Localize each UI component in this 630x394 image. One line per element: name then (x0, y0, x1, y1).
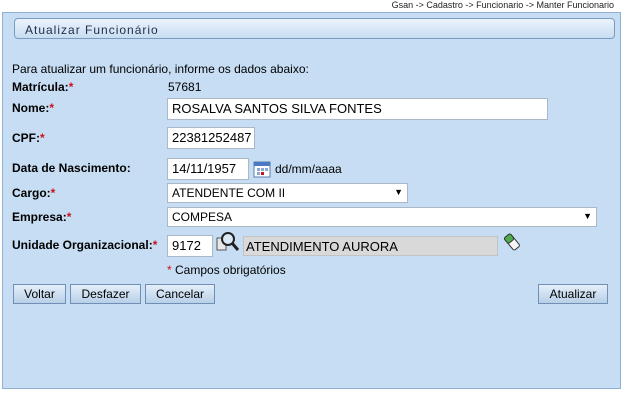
nome-label: Nome:* (12, 101, 54, 115)
required-marker: * (49, 101, 55, 115)
atualizar-button[interactable]: Atualizar (538, 284, 608, 304)
nome-input[interactable]: ROSALVA SANTOS SILVA FONTES (167, 98, 548, 120)
title-bar: Atualizar Funcionário (14, 18, 615, 39)
page-title: Atualizar Funcionário (25, 23, 159, 37)
cargo-label: Cargo:* (12, 186, 55, 200)
required-marker: * (152, 238, 158, 252)
required-marker: * (68, 80, 74, 94)
calendar-icon[interactable] (253, 160, 271, 178)
cargo-label-text: Cargo: (12, 186, 51, 200)
matricula-label: Matrícula:* (12, 80, 73, 94)
date-format-hint: dd/mm/aaaa (275, 162, 342, 176)
cargo-selected: ATENDENTE COM II (172, 186, 286, 200)
voltar-button[interactable]: Voltar (13, 284, 66, 304)
empresa-select[interactable]: COMPESA ▼ (167, 207, 597, 227)
cpf-input[interactable]: 22381252487 (167, 127, 255, 149)
chevron-down-icon: ▼ (394, 187, 403, 197)
empresa-label: Empresa:* (12, 210, 71, 224)
required-marker: * (40, 131, 45, 145)
intro-text: Para atualizar um funcionário, informe o… (12, 62, 309, 76)
required-marker: * (66, 210, 72, 224)
cpf-label: CPF:* (12, 131, 45, 145)
required-note-text: Campos obrigatórios (171, 263, 286, 277)
matricula-value: 57681 (168, 80, 202, 94)
required-marker: * (50, 186, 56, 200)
unidade-name-field: ATENDIMENTO AURORA (243, 236, 498, 256)
unidade-label: Unidade Organizacional:* (12, 238, 157, 252)
unidade-code-input[interactable]: 9172 (167, 235, 213, 257)
empresa-selected: COMPESA (172, 210, 233, 224)
matricula-label-text: Matrícula: (12, 80, 69, 94)
desfazer-button[interactable]: Desfazer (70, 284, 141, 304)
nome-label-text: Nome: (12, 101, 50, 115)
eraser-icon[interactable] (502, 232, 522, 252)
magnifier-icon[interactable] (216, 231, 240, 253)
cpf-label-text: CPF: (12, 131, 40, 145)
nascimento-input[interactable]: 14/11/1957 (167, 158, 249, 180)
breadcrumb: Gsan -> Cadastro -> Funcionario -> Mante… (391, 0, 614, 10)
empresa-label-text: Empresa: (12, 210, 67, 224)
nascimento-label: Data de Nascimento: (12, 161, 131, 175)
cargo-select[interactable]: ATENDENTE COM II ▼ (167, 183, 408, 203)
chevron-down-icon: ▼ (583, 211, 592, 221)
cancelar-button[interactable]: Cancelar (145, 284, 215, 304)
required-note: * Campos obrigatórios (167, 263, 286, 277)
unidade-label-text: Unidade Organizacional: (12, 238, 153, 252)
